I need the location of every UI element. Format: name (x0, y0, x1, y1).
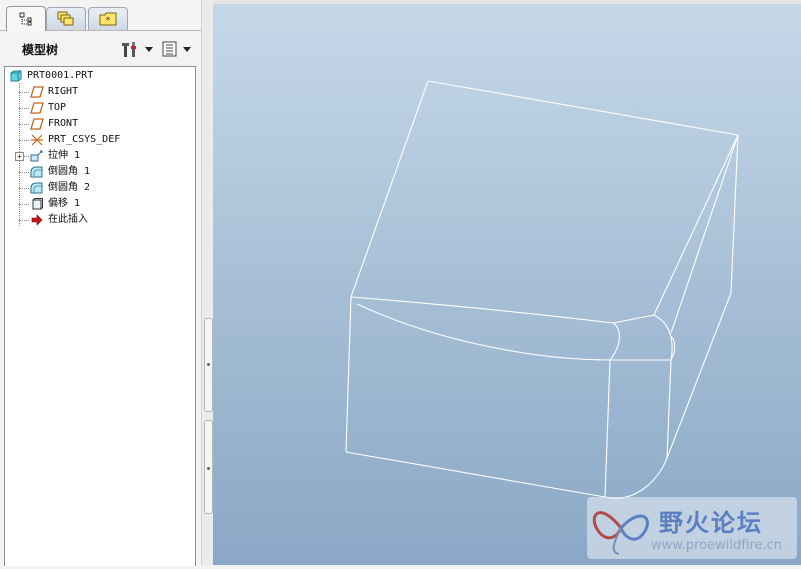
model-tree: PRT0001.PRT RIGHT TOP FRONT PRT_CSYS_DEF… (4, 66, 196, 566)
insert-here-arrow-icon (31, 214, 43, 226)
model-tree-panel: * 模型树 PRT0001.PRT RIGHT TOP FRONT PRT_CS… (0, 0, 201, 566)
watermark-url: www.proewildfire.cn (651, 538, 782, 553)
model-edge (730, 134, 739, 294)
model-edge (350, 296, 614, 324)
tree-item-insert-here[interactable]: 在此插入 (5, 212, 191, 228)
offset-icon (32, 198, 43, 210)
svg-text:*: * (106, 16, 111, 26)
round-icon (30, 166, 43, 178)
tree-item-front[interactable]: FRONT (5, 116, 191, 132)
butterfly-logo-icon (592, 511, 649, 555)
model-tree-icon (19, 12, 32, 26)
model-edge (666, 359, 672, 459)
collapse-grip[interactable] (204, 420, 213, 514)
watermark-name: 野火论坛 (659, 509, 763, 537)
tree-item-label: 倒圆角 1 (48, 166, 91, 177)
tree-item-label: RIGHT (48, 86, 79, 97)
csys-icon (31, 134, 43, 146)
tree-item-top[interactable]: TOP (5, 100, 191, 116)
tree-item-label: 偏移 1 (48, 198, 81, 209)
tree-item-right[interactable]: RIGHT (5, 84, 191, 100)
tree-item-round-1[interactable]: 倒圆角 1 (5, 164, 191, 180)
model-edge (670, 134, 739, 334)
model-edge (345, 296, 352, 453)
chevron-down-icon (145, 46, 153, 52)
panel-header: 模型树 (0, 34, 201, 62)
chevron-down-icon (183, 46, 191, 52)
tree-item-label: FRONT (48, 118, 79, 129)
tree-show-button[interactable] (161, 39, 191, 59)
model-edge (427, 80, 739, 136)
model-edge (612, 314, 655, 324)
navigator-tabs: * (0, 0, 201, 31)
tree-item-label: PRT0001.PRT (27, 70, 94, 81)
tree-item-label: PRT_CSYS_DEF (48, 134, 121, 145)
expand-toggle[interactable]: + (15, 152, 24, 161)
watermark-logo: 野火论坛 www.proewildfire.cn (587, 497, 797, 559)
tree-item-extrude[interactable]: + 拉伸 1 (5, 148, 191, 164)
collapse-grip[interactable] (204, 318, 213, 412)
tree-root-item[interactable]: PRT0001.PRT (5, 68, 191, 84)
part-icon (10, 70, 22, 82)
tree-columns-icon (162, 41, 177, 57)
tree-settings-button[interactable] (121, 39, 153, 59)
model-edge (604, 359, 611, 498)
panel-title: 模型树 (22, 43, 59, 57)
tab-model-tree[interactable] (6, 6, 46, 31)
layers-icon (57, 11, 74, 26)
datum-plane-icon (30, 86, 44, 98)
tree-item-label: 在此插入 (48, 214, 88, 225)
tab-favorites[interactable]: * (88, 7, 128, 30)
model-edge (609, 322, 620, 361)
datum-plane-icon (30, 118, 44, 130)
wireframe-model (345, 80, 739, 499)
tree-item-offset[interactable]: 偏移 1 (5, 196, 191, 212)
model-edge (350, 80, 429, 298)
round-icon (30, 182, 43, 194)
datum-plane-icon (30, 102, 44, 114)
extrude-icon (30, 150, 43, 162)
tree-settings-icon (122, 42, 136, 57)
graphics-window[interactable] (213, 0, 801, 565)
tree-item-label: 倒圆角 2 (48, 182, 91, 193)
tree-item-round-2[interactable]: 倒圆角 2 (5, 180, 191, 196)
favorites-icon: * (99, 12, 117, 26)
tree-item-label: 拉伸 1 (48, 150, 81, 161)
model-edge (356, 303, 611, 361)
model-edge (604, 457, 668, 499)
tree-item-csys[interactable]: PRT_CSYS_DEF (5, 132, 191, 148)
tree-item-label: TOP (48, 102, 67, 113)
tab-layers[interactable] (46, 7, 86, 30)
model-edge (653, 134, 739, 316)
model-edge (345, 451, 606, 498)
